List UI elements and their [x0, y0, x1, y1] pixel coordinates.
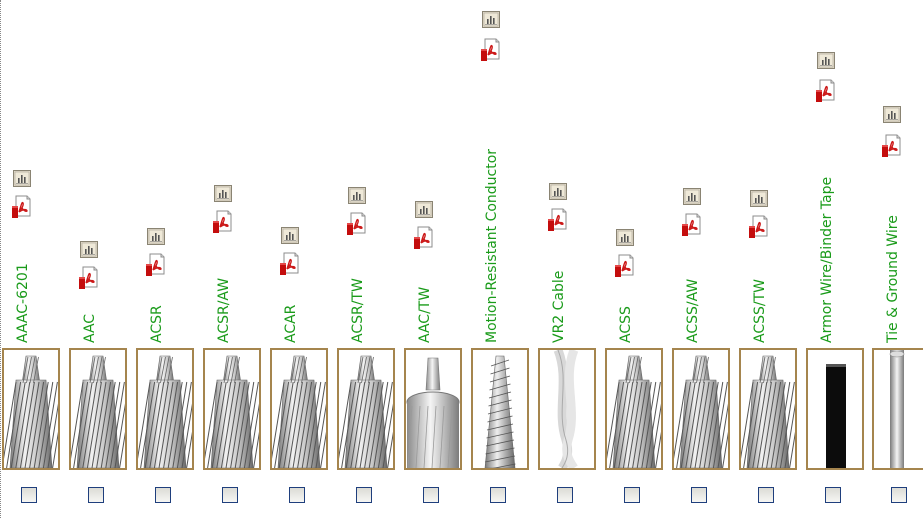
pdf-icon[interactable]	[681, 213, 701, 237]
product-checkbox[interactable]	[88, 487, 104, 503]
spreadsheet-icon[interactable]	[750, 190, 768, 207]
product-thumbnail[interactable]	[538, 348, 596, 470]
product-column-aac: AAC	[67, 0, 127, 518]
pdf-icon[interactable]	[547, 208, 567, 232]
spreadsheet-icon[interactable]	[348, 187, 366, 204]
product-column-tie-ground-wire: Tie & Ground Wire	[870, 0, 923, 518]
spreadsheet-icon[interactable]	[616, 229, 634, 246]
spreadsheet-icon[interactable]	[549, 183, 567, 200]
spreadsheet-icon[interactable]	[80, 241, 98, 258]
product-thumbnail[interactable]	[2, 348, 60, 470]
product-checkbox[interactable]	[356, 487, 372, 503]
product-label[interactable]: ACSR	[149, 305, 165, 343]
product-label[interactable]: ACSS	[618, 306, 634, 343]
product-column-motion-resistant-conductor: Motion-Resistant Conductor	[469, 0, 529, 518]
product-checkbox[interactable]	[423, 487, 439, 503]
product-thumbnail[interactable]	[404, 348, 462, 470]
product-label[interactable]: Armor Wire/Binder Tape	[819, 177, 835, 343]
product-column-acss-aw: ACSS/AW	[670, 0, 730, 518]
spreadsheet-icon[interactable]	[883, 106, 901, 123]
pdf-icon[interactable]	[748, 215, 768, 239]
pdf-icon[interactable]	[346, 212, 366, 236]
product-label[interactable]: AAC/TW	[417, 287, 433, 343]
pdf-icon[interactable]	[881, 134, 901, 158]
product-checkbox[interactable]	[557, 487, 573, 503]
spreadsheet-icon[interactable]	[147, 228, 165, 245]
product-checkbox[interactable]	[891, 487, 907, 503]
product-column-vr2-cable: VR2 Cable	[536, 0, 596, 518]
spreadsheet-icon[interactable]	[214, 185, 232, 202]
product-label[interactable]: ACSS/AW	[685, 279, 701, 343]
product-checkbox[interactable]	[624, 487, 640, 503]
product-thumbnail[interactable]	[672, 348, 730, 470]
spreadsheet-icon[interactable]	[482, 11, 500, 28]
pdf-icon[interactable]	[480, 38, 500, 62]
product-column-acar: ACAR	[268, 0, 328, 518]
pdf-icon[interactable]	[815, 79, 835, 103]
product-checkbox[interactable]	[21, 487, 37, 503]
product-label[interactable]: VR2 Cable	[551, 271, 567, 343]
pdf-icon[interactable]	[212, 210, 232, 234]
product-column-aaac-6201: AAAC-6201	[0, 0, 60, 518]
product-thumbnail[interactable]	[471, 348, 529, 470]
product-checkbox[interactable]	[222, 487, 238, 503]
pdf-icon[interactable]	[413, 226, 433, 250]
product-thumbnail[interactable]	[136, 348, 194, 470]
pdf-icon[interactable]	[145, 253, 165, 277]
product-thumbnail[interactable]	[739, 348, 797, 470]
spreadsheet-icon[interactable]	[13, 170, 31, 187]
product-checkbox[interactable]	[155, 487, 171, 503]
product-checkbox[interactable]	[825, 487, 841, 503]
pdf-icon[interactable]	[78, 266, 98, 290]
product-column-acsr: ACSR	[134, 0, 194, 518]
product-label[interactable]: AAC	[82, 314, 98, 343]
product-checkbox[interactable]	[691, 487, 707, 503]
spreadsheet-icon[interactable]	[817, 52, 835, 69]
pdf-icon[interactable]	[614, 254, 634, 278]
product-thumbnail[interactable]	[605, 348, 663, 470]
product-thumbnail[interactable]	[270, 348, 328, 470]
spreadsheet-icon[interactable]	[683, 188, 701, 205]
product-thumbnail[interactable]	[337, 348, 395, 470]
spreadsheet-icon[interactable]	[415, 201, 433, 218]
product-thumbnail[interactable]	[806, 348, 864, 470]
product-label[interactable]: AAAC-6201	[15, 263, 31, 343]
pdf-icon[interactable]	[11, 195, 31, 219]
product-label[interactable]: ACAR	[283, 305, 299, 343]
product-column-acss-tw: ACSS/TW	[737, 0, 797, 518]
product-column-aac-tw: AAC/TW	[402, 0, 462, 518]
product-column-acss: ACSS	[603, 0, 663, 518]
product-column-acsr-aw: ACSR/AW	[201, 0, 261, 518]
product-checkbox[interactable]	[289, 487, 305, 503]
product-label[interactable]: ACSS/TW	[752, 279, 768, 343]
product-column-armor-wire-binder-tape: Armor Wire/Binder Tape	[804, 0, 864, 518]
product-thumbnail[interactable]	[203, 348, 261, 470]
product-label[interactable]: ACSR/AW	[216, 278, 232, 343]
product-label[interactable]: Motion-Resistant Conductor	[484, 149, 500, 343]
pdf-icon[interactable]	[279, 252, 299, 276]
product-column-acsr-tw: ACSR/TW	[335, 0, 395, 518]
product-thumbnail[interactable]	[69, 348, 127, 470]
product-label[interactable]: ACSR/TW	[350, 278, 366, 343]
product-thumbnail[interactable]	[872, 348, 923, 470]
product-checkbox[interactable]	[490, 487, 506, 503]
product-label[interactable]: Tie & Ground Wire	[885, 215, 901, 343]
spreadsheet-icon[interactable]	[281, 227, 299, 244]
product-checkbox[interactable]	[758, 487, 774, 503]
